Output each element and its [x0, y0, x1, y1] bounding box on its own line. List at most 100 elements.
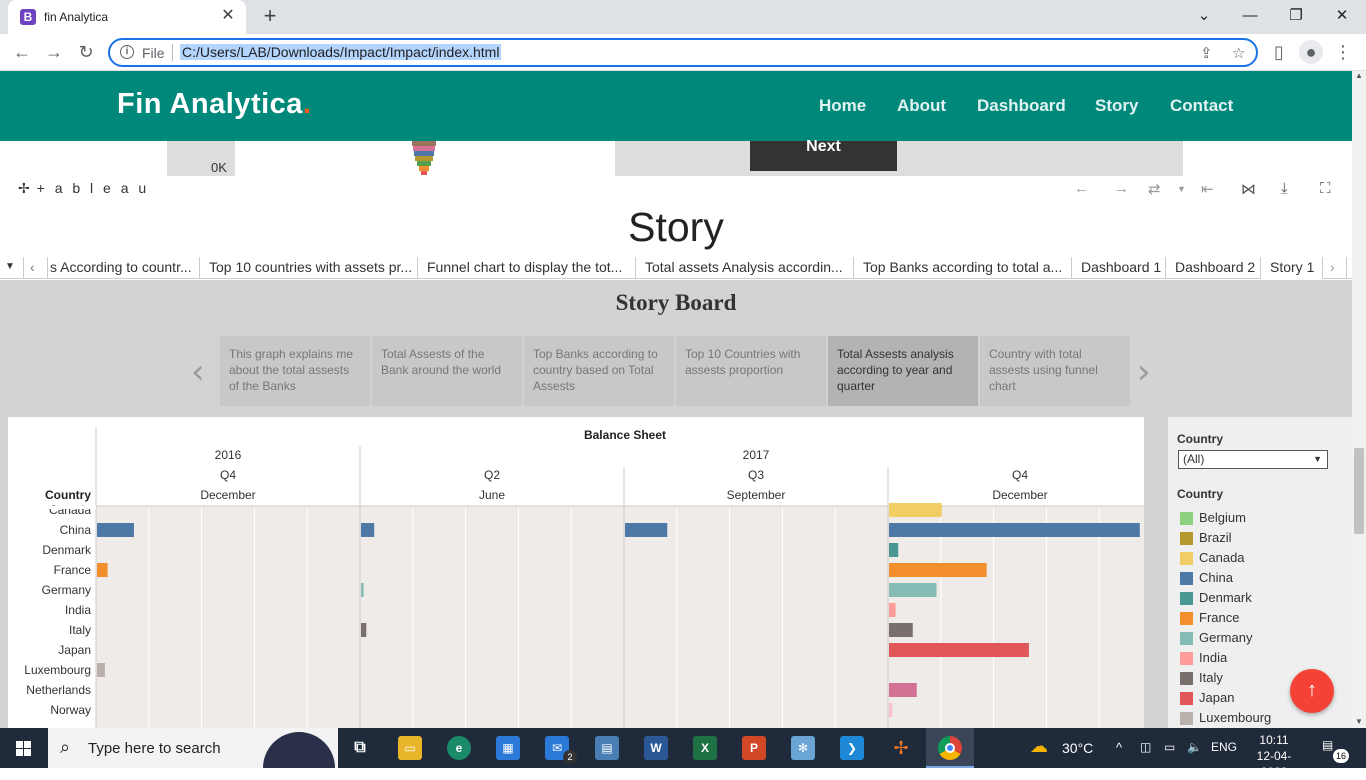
story-point[interactable]: This graph explains me about the total a…	[220, 336, 370, 406]
fullscreen-icon[interactable]: ⛶	[1320, 180, 1331, 197]
revert-dropdown-icon[interactable]: ▼	[1177, 184, 1186, 194]
close-window-icon[interactable]: ✕	[1319, 4, 1365, 28]
story-point-next-icon[interactable]: ›	[1137, 352, 1151, 392]
nav-dashboard[interactable]: Dashboard	[977, 96, 1066, 116]
url-text[interactable]: C:/Users/LAB/Downloads/Impact/Impact/ind…	[180, 44, 502, 60]
legend-label: Brazil	[1199, 530, 1232, 545]
story-tab[interactable]: s According to countr...	[48, 257, 200, 279]
story-point-active[interactable]: Total Assests analysis according to year…	[828, 336, 978, 406]
nav-story[interactable]: Story	[1095, 96, 1138, 116]
minimize-icon[interactable]: —	[1227, 4, 1273, 28]
menu-kebab-icon[interactable]: ⋮	[1331, 40, 1355, 64]
windows-start-icon[interactable]	[0, 728, 48, 768]
story-board: Story Board ‹ This graph explains me abo…	[0, 280, 1352, 728]
browser-tab[interactable]: B fin Analytica ✕	[8, 0, 246, 34]
notification-icon[interactable]: ▤	[1322, 738, 1333, 752]
story-next-icon[interactable]: ›	[1323, 257, 1347, 279]
excel-icon[interactable]: X	[693, 736, 717, 760]
bar	[625, 523, 668, 537]
restore-icon[interactable]: ❐	[1273, 4, 1319, 28]
chrome-active-tab[interactable]	[926, 728, 974, 768]
back-icon[interactable]: ←	[10, 40, 34, 64]
address-bar[interactable]: i File C:/Users/LAB/Downloads/Impact/Imp…	[108, 38, 1258, 67]
page-scrollbar[interactable]: ▲ ▼	[1352, 71, 1366, 728]
forward-icon[interactable]: →	[42, 40, 66, 64]
powerpoint-icon[interactable]: P	[742, 736, 766, 760]
story-point[interactable]: Top 10 Countries with assests proportion	[676, 336, 826, 406]
tab-search-icon[interactable]: ⌄	[1181, 4, 1227, 28]
divider	[172, 44, 173, 61]
story-prev-icon[interactable]: ‹	[24, 257, 48, 279]
next-button[interactable]: Next	[750, 138, 897, 171]
snowflake-app-icon[interactable]: ✻	[791, 736, 815, 760]
story-point-prev-icon[interactable]: ‹	[191, 352, 205, 392]
clock[interactable]: 10:11 12-04-2023	[1244, 732, 1304, 780]
bar	[361, 583, 364, 597]
undo-icon[interactable]: ←	[1074, 180, 1089, 197]
download-icon[interactable]: ⤓	[1281, 180, 1288, 197]
share-icon[interactable]: ⇪	[1200, 44, 1213, 62]
reload-icon[interactable]: ↻	[74, 40, 98, 64]
scroll-down-icon[interactable]: ▼	[1355, 717, 1363, 726]
info-icon[interactable]: i	[120, 45, 134, 59]
nav-home[interactable]: Home	[819, 96, 866, 116]
legend-swatch	[1180, 692, 1193, 705]
store-icon[interactable]: ▦	[496, 736, 520, 760]
temperature[interactable]: 30°C	[1062, 740, 1093, 756]
bar	[889, 603, 896, 617]
edge-icon[interactable]: e	[447, 736, 471, 760]
story-point[interactable]: Country with total assests using funnel …	[980, 336, 1130, 406]
taskbar-search[interactable]: ⌕ Type here to search	[48, 728, 338, 768]
scrollbar-thumb[interactable]	[1354, 448, 1364, 534]
bar	[889, 583, 937, 597]
legend-swatch	[1180, 652, 1193, 665]
quarter-label: Q3	[748, 468, 764, 482]
side-panel-icon[interactable]: ▯	[1267, 40, 1291, 64]
story-point[interactable]: Top Banks according to country based on …	[524, 336, 674, 406]
country-label: France	[54, 563, 92, 577]
scroll-up-icon[interactable]: ▲	[1355, 71, 1363, 80]
quarter-label: Q2	[484, 468, 500, 482]
file-explorer-icon[interactable]: ▭	[398, 736, 422, 760]
story-tab-active[interactable]: Story 1	[1261, 257, 1323, 279]
network-icon[interactable]: ▭	[1164, 740, 1175, 754]
next-label: Next	[806, 138, 841, 155]
tableau-app-icon[interactable]: ✢	[889, 736, 913, 760]
share-icon[interactable]: ⋈	[1241, 180, 1256, 198]
vscode-icon[interactable]: ❯	[840, 736, 864, 760]
redo-icon[interactable]: →	[1114, 180, 1129, 197]
bookmark-star-icon[interactable]: ☆	[1232, 44, 1245, 62]
story-point[interactable]: Total Assests of the Bank around the wor…	[372, 336, 522, 406]
close-tab-icon[interactable]: ✕	[218, 6, 238, 26]
tableau-toolbar: ✢ + a b l e a u ← → ⇄ ▼ ⇤ ⋈ ⤓ ⛶	[0, 176, 1352, 202]
dropdown-value: (All)	[1183, 452, 1205, 466]
country-filter-dropdown[interactable]: (All) ▼	[1178, 450, 1328, 469]
brand-logo[interactable]: Fin Analytica.	[117, 88, 311, 121]
language-indicator[interactable]: ENG	[1211, 740, 1237, 754]
scroll-to-top-button[interactable]: ↑	[1290, 669, 1334, 713]
meet-icon[interactable]: ◫	[1140, 740, 1151, 754]
bar	[889, 503, 942, 517]
story-tab[interactable]: Top 10 countries with assets pr...	[200, 257, 418, 279]
story-dropdown-icon[interactable]: ▼	[0, 257, 24, 279]
tray-chevron-icon[interactable]: ^	[1116, 740, 1122, 755]
task-view-icon[interactable]: ⧉	[348, 736, 372, 760]
story-tab[interactable]: Dashboard 2	[1166, 257, 1261, 279]
volume-icon[interactable]: 🔈	[1187, 740, 1202, 754]
bar	[97, 663, 105, 677]
search-icon: ⌕	[60, 737, 71, 757]
nav-contact[interactable]: Contact	[1170, 96, 1233, 116]
story-tab[interactable]: Total assets Analysis accordin...	[636, 257, 854, 279]
profile-avatar-icon[interactable]: ●	[1299, 40, 1323, 64]
nav-about[interactable]: About	[897, 96, 946, 116]
tab-title: fin Analytica	[44, 10, 109, 24]
revert-icon[interactable]: ⇄	[1148, 180, 1161, 198]
word-icon[interactable]: W	[644, 736, 668, 760]
weather-icon[interactable]: ☁	[1030, 736, 1048, 757]
monitor-app-icon[interactable]: ▤	[595, 736, 619, 760]
reset-icon[interactable]: ⇤	[1201, 180, 1214, 198]
story-tab[interactable]: Dashboard 1	[1072, 257, 1166, 279]
story-tab[interactable]: Top Banks according to total a...	[854, 257, 1072, 279]
new-tab-icon[interactable]: +	[258, 5, 282, 29]
story-tab[interactable]: Funnel chart to display the tot...	[418, 257, 636, 279]
